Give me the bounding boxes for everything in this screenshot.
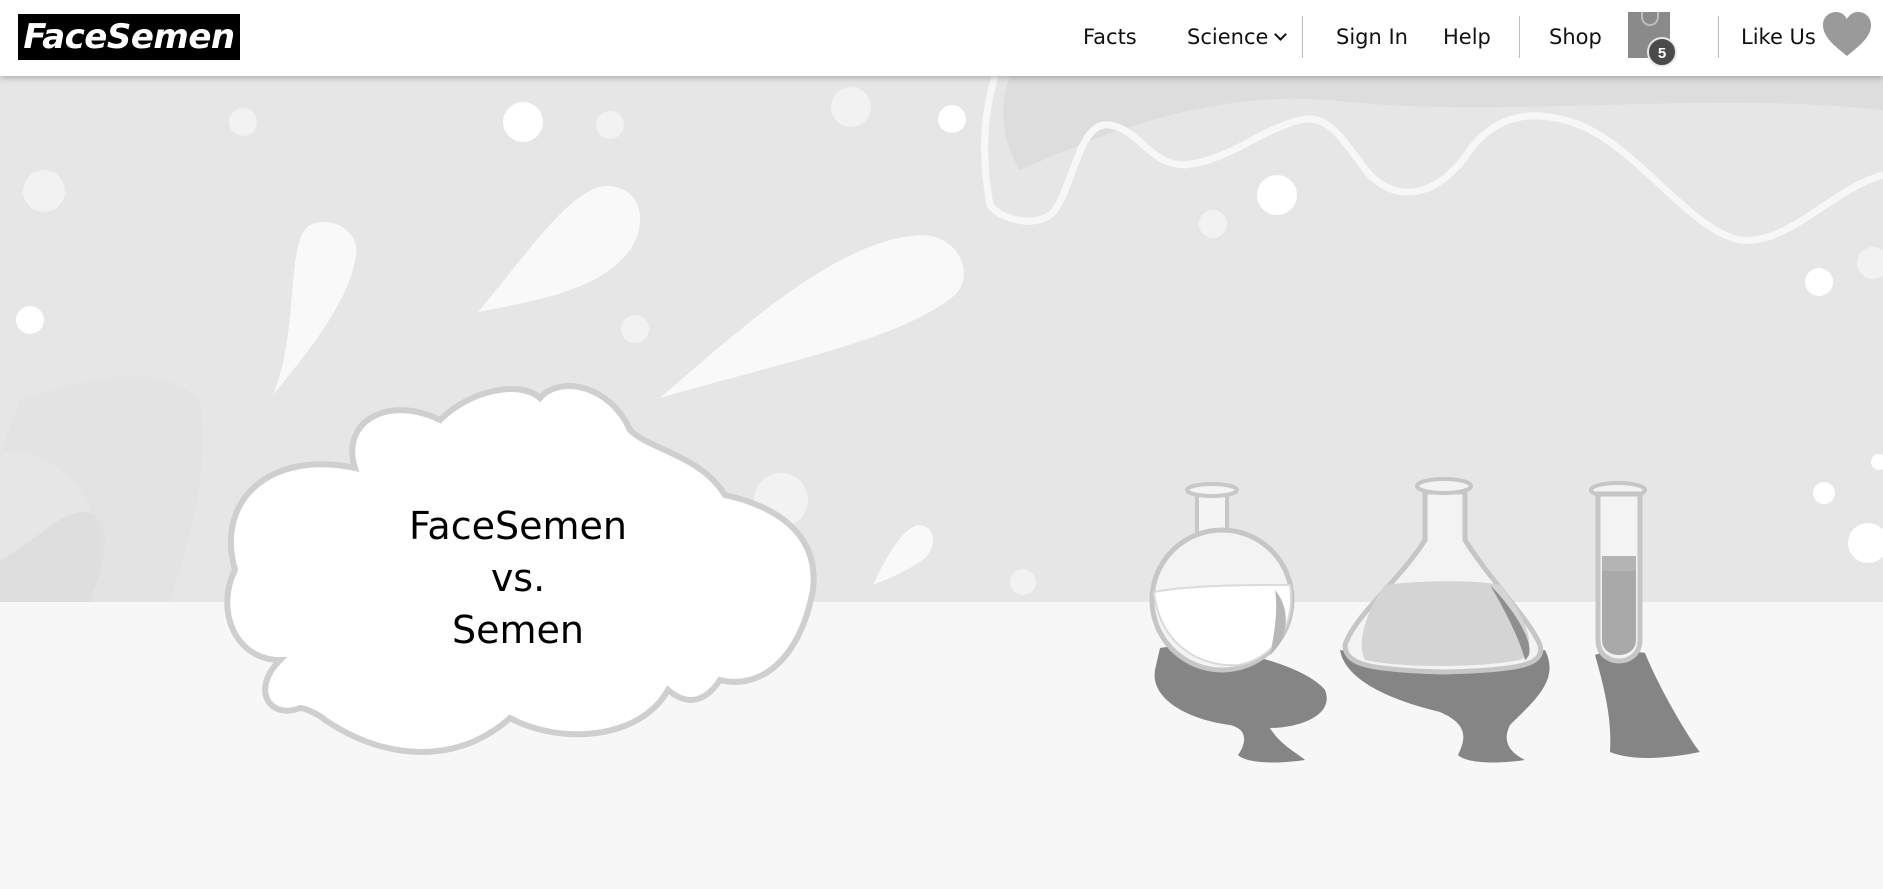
nav-divider (1302, 16, 1303, 58)
nav-divider (1519, 16, 1520, 58)
heart-icon[interactable] (1822, 12, 1872, 58)
cart-count-badge: 5 (1647, 37, 1677, 67)
bubble-line: Semen (452, 608, 584, 652)
test-tube (1589, 481, 1647, 664)
cart-button[interactable]: 5 (1628, 12, 1677, 67)
nav-sign-in[interactable]: Sign In (1336, 22, 1408, 52)
nav-shop[interactable]: Shop (1549, 22, 1602, 52)
thought-bubble-text: FaceSemen vs. Semen (368, 500, 668, 656)
nav-science[interactable]: Science (1187, 22, 1288, 52)
nav-science-label: Science (1187, 25, 1269, 49)
bubble-line: vs. (490, 556, 546, 600)
top-navbar: FaceSemen Facts Science Sign In Help Sho… (0, 0, 1883, 76)
nav-help[interactable]: Help (1443, 22, 1491, 52)
nav-like-us[interactable]: Like Us (1741, 22, 1816, 52)
bubble-line: FaceSemen (409, 504, 627, 548)
nav-facts[interactable]: Facts (1083, 22, 1137, 52)
chevron-down-icon (1274, 28, 1288, 41)
nav-divider (1718, 16, 1719, 58)
hero-illustration (0, 76, 1883, 763)
site-logo[interactable]: FaceSemen (18, 14, 240, 60)
